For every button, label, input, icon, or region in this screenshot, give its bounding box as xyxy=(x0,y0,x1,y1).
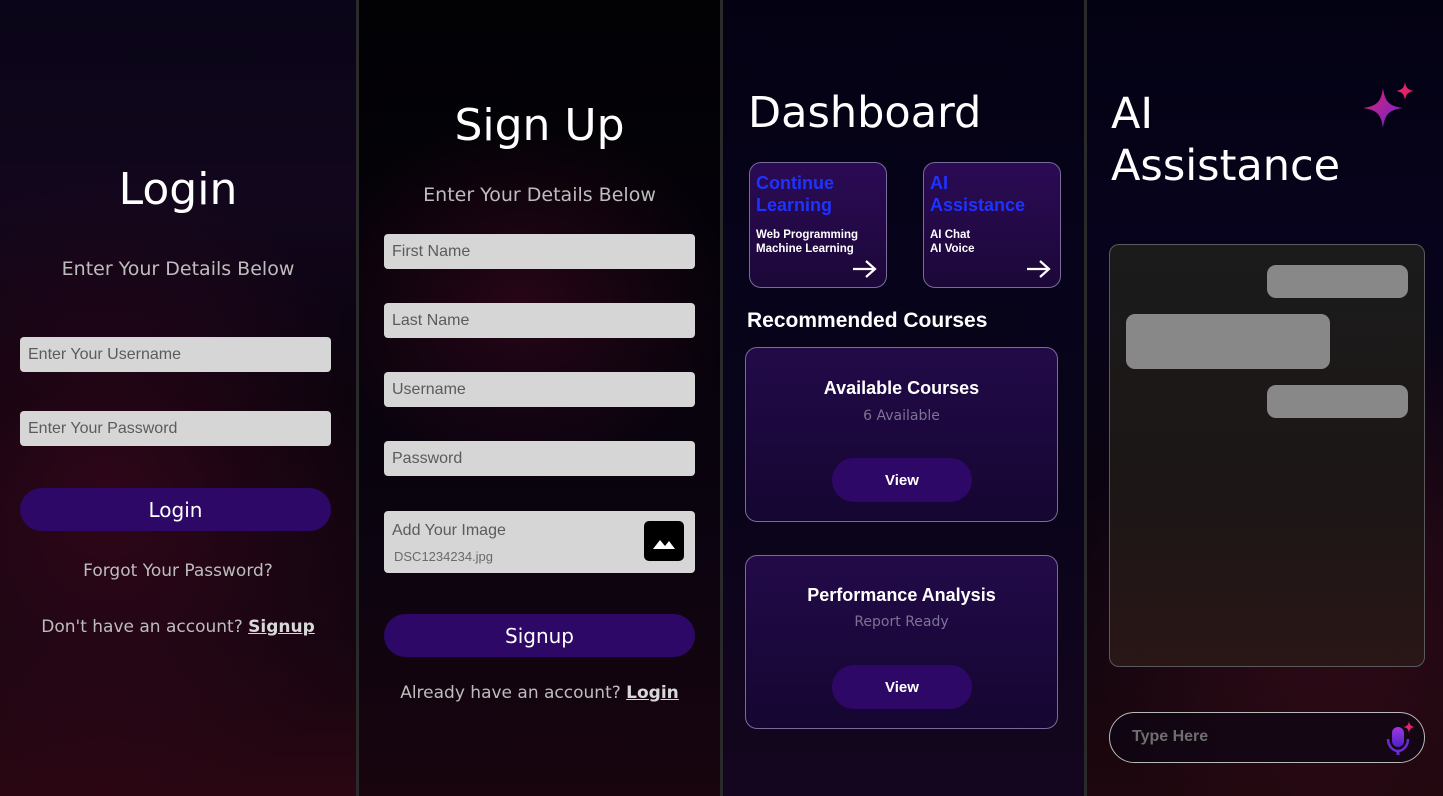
have-account-text: Already have an account? xyxy=(400,683,621,703)
ai-mic-icon[interactable] xyxy=(1384,719,1418,757)
signup-button[interactable]: Signup xyxy=(384,614,695,657)
chat-bubble-user xyxy=(1267,385,1408,418)
login-title: Login xyxy=(118,164,238,215)
chat-bubble-assistant xyxy=(1126,314,1330,369)
login-button[interactable]: Login xyxy=(20,488,331,531)
card-title: AI Assistance xyxy=(930,173,1026,215)
dashboard-title: Dashboard xyxy=(748,88,982,138)
arrow-right-icon xyxy=(1027,260,1051,278)
view-button[interactable]: View xyxy=(832,458,972,502)
login-screen: Login Enter Your Details Below Login For… xyxy=(0,0,356,796)
available-courses-card: Available Courses 6 Available View xyxy=(745,347,1058,522)
signup-screen: Sign Up Enter Your Details Below Add You… xyxy=(359,0,720,796)
signup-subtitle: Enter Your Details Below xyxy=(423,184,656,206)
image-upload-label: Add Your Image xyxy=(392,522,506,539)
card-item: Web Programming xyxy=(756,229,859,241)
course-subtitle: 6 Available xyxy=(863,408,940,424)
signup-title: Sign Up xyxy=(454,100,625,151)
dashboard-screen: Dashboard Continue Learning Web Programm… xyxy=(723,0,1084,796)
last-name-input[interactable] xyxy=(384,303,695,338)
forgot-password-link[interactable]: Forgot Your Password? xyxy=(0,561,356,581)
course-subtitle: Report Ready xyxy=(854,614,949,630)
no-account-text: Don't have an account? xyxy=(41,617,243,637)
course-title: Performance Analysis xyxy=(807,585,996,605)
chat-input-placeholder: Type Here xyxy=(1132,728,1209,745)
login-prompt: Already have an account? Login xyxy=(359,683,720,703)
card-item: Machine Learning xyxy=(756,243,854,255)
chat-input[interactable]: Type Here xyxy=(1109,712,1425,763)
login-link[interactable]: Login xyxy=(626,683,679,703)
performance-analysis-card: Performance Analysis Report Ready View xyxy=(745,555,1058,729)
signup-username-input[interactable] xyxy=(384,372,695,407)
ai-assistance-screen: AI Assistance Type Here xyxy=(1087,0,1443,796)
signup-link[interactable]: Signup xyxy=(248,617,315,637)
recommended-courses-heading: Recommended Courses xyxy=(747,309,988,332)
first-name-input[interactable] xyxy=(384,234,695,269)
image-file-name: DSC1234234.jpg xyxy=(394,549,494,564)
image-icon[interactable] xyxy=(644,521,684,561)
ai-title-line1: AI xyxy=(1111,89,1154,139)
card-title: Continue Learning xyxy=(756,173,834,215)
chat-window xyxy=(1109,244,1425,667)
card-item: AI Chat xyxy=(930,229,971,241)
chat-bubble-user xyxy=(1267,265,1408,298)
sparkle-icon xyxy=(1363,82,1414,128)
signup-prompt: Don't have an account? Signup xyxy=(0,617,356,637)
continue-learning-card[interactable]: Continue Learning Web Programming Machin… xyxy=(749,162,887,288)
view-button[interactable]: View xyxy=(832,665,972,709)
username-input[interactable] xyxy=(20,337,331,372)
image-upload-field[interactable]: Add Your Image DSC1234234.jpg xyxy=(384,511,695,573)
login-subtitle: Enter Your Details Below xyxy=(61,258,295,280)
ai-title-line2: Assistance xyxy=(1111,141,1341,191)
ai-title: AI Assistance xyxy=(1111,88,1340,192)
signup-password-input[interactable] xyxy=(384,441,695,476)
ai-assistance-card[interactable]: AI Assistance AI Chat AI Voice xyxy=(923,162,1061,288)
card-item: AI Voice xyxy=(930,243,975,255)
password-input[interactable] xyxy=(20,411,331,446)
arrow-right-icon xyxy=(853,260,877,278)
course-title: Available Courses xyxy=(823,378,980,398)
